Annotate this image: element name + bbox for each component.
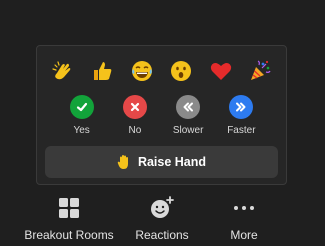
smiley-add-icon — [151, 196, 174, 218]
rewind-icon — [176, 95, 201, 119]
breakout-rooms-button[interactable]: Breakout Rooms — [20, 187, 118, 242]
raise-hand-label: Raise Hand — [137, 155, 207, 169]
clap-icon[interactable] — [49, 57, 77, 85]
reactions-button[interactable]: Reactions — [130, 187, 194, 242]
feedback-faster-label: Faster — [227, 125, 256, 136]
reactions-panel: Yes No Slower Faster Raise Hand — [36, 45, 287, 185]
feedback-yes-button[interactable]: Yes — [58, 95, 106, 136]
meeting-toolbar: Breakout Rooms Reactions More — [0, 187, 325, 246]
feedback-faster-button[interactable]: Faster — [217, 95, 265, 136]
feedback-slower-label: Slower — [172, 125, 204, 136]
non-verbal-feedback-row: Yes No Slower Faster — [37, 95, 286, 136]
more-label: More — [230, 228, 258, 242]
feedback-slower-button[interactable]: Slower — [164, 95, 212, 136]
fast-forward-icon — [229, 95, 254, 119]
heart-icon[interactable] — [207, 57, 235, 85]
raise-hand-button[interactable]: Raise Hand — [45, 146, 278, 178]
reactions-label: Reactions — [135, 228, 189, 242]
feedback-no-label: No — [128, 125, 142, 136]
more-dots-icon — [234, 206, 254, 210]
laughing-face-icon[interactable] — [128, 57, 156, 85]
breakout-rooms-label: Breakout Rooms — [24, 228, 114, 242]
thumbs-up-icon[interactable] — [88, 57, 116, 85]
x-icon — [122, 95, 147, 119]
breakout-rooms-icon — [59, 198, 79, 218]
feedback-no-button[interactable]: No — [111, 95, 159, 136]
party-popper-icon[interactable] — [246, 57, 274, 85]
emoji-reaction-row — [37, 57, 286, 85]
feedback-yes-label: Yes — [73, 125, 90, 136]
surprised-face-icon[interactable] — [167, 57, 195, 85]
check-icon — [69, 95, 94, 119]
more-button[interactable]: More — [222, 187, 266, 242]
raised-hand-icon — [117, 155, 128, 169]
